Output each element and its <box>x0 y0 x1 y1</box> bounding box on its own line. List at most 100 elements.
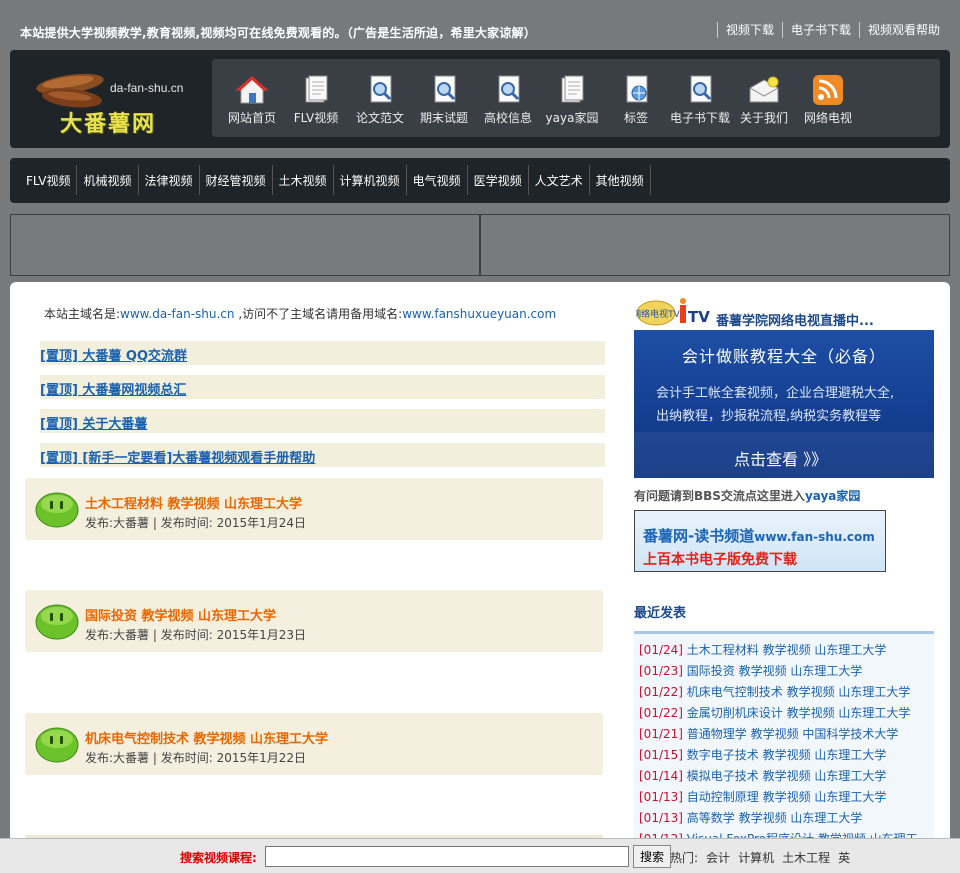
ad-slot-right[interactable] <box>480 214 950 276</box>
smiley-icon <box>35 492 79 528</box>
smiley-icon <box>35 727 79 763</box>
banner-cta: 点击查看 》》 <box>734 450 828 469</box>
site-logo[interactable]: da-fan-shu.cn 大番薯网 <box>30 62 200 138</box>
list-item: [01/22] 金属切削机床设计 教学视频 山东理工大学 <box>634 701 934 722</box>
recent-link[interactable]: 土木工程材料 教学视频 山东理工大学 <box>687 643 887 657</box>
nav-ebooks[interactable]: 电子书下载 <box>668 59 732 137</box>
category-other[interactable]: 其他视频 <box>590 165 651 195</box>
backup-domain-link[interactable]: www.fanshuxueyuan.com <box>402 307 556 321</box>
nav-home[interactable]: 网站首页 <box>220 59 284 137</box>
post-item: 国际投资 教学视频 山东理工大学 发布:大番薯 | 发布时间: 2015年1月2… <box>25 590 603 652</box>
list-item: [01/15] 数字电子技术 教学视频 山东理工大学 <box>634 743 934 764</box>
book-banner-url: www.fan-shu.com <box>754 530 875 544</box>
top-link-help[interactable]: 视频观看帮助 <box>858 22 948 38</box>
nav-flv[interactable]: FLV视频 <box>284 59 348 137</box>
nav-label: 论文范文 <box>355 111 404 125</box>
recent-link[interactable]: 国际投资 教学视频 山东理工大学 <box>687 664 863 678</box>
nav-papers[interactable]: 论文范文 <box>348 59 412 137</box>
search-input[interactable] <box>265 846 629 867</box>
nav-label: 期末试题 <box>419 111 468 125</box>
banner-line: 出纳教程，抄报税流程,纳税实务教程等 <box>656 409 882 424</box>
category-mechanical[interactable]: 机械视频 <box>77 165 139 195</box>
search-button[interactable]: 搜索 <box>633 845 671 868</box>
hot-keyword[interactable]: 土木工程 <box>782 851 830 865</box>
post-title[interactable]: 机床电气控制技术 教学视频 山东理工大学 <box>85 728 328 747</box>
nav-label: FLV视频 <box>293 111 339 125</box>
recent-link[interactable]: 模拟电子技术 教学视频 山东理工大学 <box>687 769 887 783</box>
recent-date: [01/21] <box>639 727 683 741</box>
category-humanities[interactable]: 人文艺术 <box>529 165 590 195</box>
tv-logo-icon: 网络电视TV TV <box>636 298 710 326</box>
banner-title: 会计做账教程大全（必备） <box>681 347 886 366</box>
post-title[interactable]: 国际投资 教学视频 山东理工大学 <box>85 605 276 624</box>
nav-yaya[interactable]: yaya家园 <box>540 59 604 137</box>
recent-date: [01/14] <box>639 769 683 783</box>
nav-label: 高校信息 <box>483 111 532 125</box>
svg-text:TV: TV <box>688 308 710 326</box>
main-content: 本站主域名是:www.da-fan-shu.cn ,访问不了主域名请用备用域名:… <box>10 282 950 873</box>
post-item: 土木工程材料 教学视频 山东理工大学 发布:大番薯 | 发布时间: 2015年1… <box>25 478 603 540</box>
list-item: [01/22] 机床电气控制技术 教学视频 山东理工大学 <box>634 680 934 701</box>
hot-keyword[interactable]: 计算机 <box>738 851 774 865</box>
book-banner-name: 番薯网-读书频道 <box>643 527 755 545</box>
recent-date: [01/22] <box>639 685 683 699</box>
reading-channel-banner[interactable]: 番薯网-读书频道www.fan-shu.com 上百本书电子版免费下载 <box>634 510 886 572</box>
pinned-item[interactable]: [置顶] 大番薯网视频总汇 <box>40 375 605 399</box>
recent-date: [01/23] <box>639 664 683 678</box>
list-item: [01/21] 普通物理学 教学视频 中国科学技术大学 <box>634 722 934 743</box>
list-item: [01/23] 国际投资 教学视频 山东理工大学 <box>634 659 934 680</box>
logo-name: 大番薯网 <box>60 112 157 137</box>
post-item: 机床电气控制技术 教学视频 山东理工大学 发布:大番薯 | 发布时间: 2015… <box>25 713 603 775</box>
nav-colleges[interactable]: 高校信息 <box>476 59 540 137</box>
recent-link[interactable]: 数字电子技术 教学视频 山东理工大学 <box>687 748 887 762</box>
bbs-link[interactable]: yaya家园 <box>805 489 860 503</box>
pinned-item[interactable]: [置顶] 大番薯 QQ交流群 <box>40 341 605 365</box>
hot-keyword[interactable]: 英 <box>838 851 850 865</box>
document-icon <box>561 75 584 103</box>
pinned-item[interactable]: [置顶] [新手一定要看]大番薯视频观看手册帮助 <box>40 443 605 467</box>
recent-date: [01/24] <box>639 643 683 657</box>
nav-about[interactable]: 关于我们 <box>732 59 796 137</box>
post-meta: 发布:大番薯 | 发布时间: 2015年1月23日 <box>85 628 307 642</box>
nav-exams[interactable]: 期末试题 <box>412 59 476 137</box>
list-item: [01/14] 模拟电子技术 教学视频 山东理工大学 <box>634 764 934 785</box>
recent-link[interactable]: 普通物理学 教学视频 中国科学技术大学 <box>687 727 899 741</box>
hot-keyword[interactable]: 会计 <box>706 851 730 865</box>
recent-link[interactable]: 高等数学 教学视频 山东理工大学 <box>687 811 863 825</box>
main-domain-link[interactable]: www.da-fan-shu.cn <box>120 307 234 321</box>
bbs-note: 有问题请到BBS交流点这里进入yaya家园 <box>634 487 860 504</box>
domain-note: 本站主域名是:www.da-fan-shu.cn ,访问不了主域名请用备用域名:… <box>44 305 556 322</box>
recent-link[interactable]: 自动控制原理 教学视频 山东理工大学 <box>687 790 887 804</box>
recent-link[interactable]: 机床电气控制技术 教学视频 山东理工大学 <box>687 685 911 699</box>
document-search-icon <box>434 75 456 103</box>
tv-live-text: 番薯学院网络电视直播中... <box>716 314 874 329</box>
category-law[interactable]: 法律视频 <box>139 165 200 195</box>
nav-label: 标签 <box>623 111 648 125</box>
top-link-ebook-download[interactable]: 电子书下载 <box>781 22 859 38</box>
nav-tv[interactable]: 网络电视 <box>796 59 860 137</box>
globe-document-icon <box>626 75 648 103</box>
hot-label: 热门: <box>670 851 699 865</box>
book-banner-subtitle: 上百本书电子版免费下载 <box>643 552 797 568</box>
post-title[interactable]: 土木工程材料 教学视频 山东理工大学 <box>85 493 302 512</box>
tv-live-link[interactable]: 网络电视TV TV 番薯学院网络电视直播中... <box>634 296 936 330</box>
category-medical[interactable]: 医学视频 <box>468 165 529 195</box>
mail-icon <box>749 76 779 103</box>
pinned-item[interactable]: [置顶] 关于大番薯 <box>40 409 605 433</box>
recent-link[interactable]: 金属切削机床设计 教学视频 山东理工大学 <box>687 706 911 720</box>
category-bar: FLV视频 机械视频 法律视频 财经管视频 土木视频 计算机视频 电气视频 医学… <box>10 158 950 203</box>
top-links: 视频下载 电子书下载 视频观看帮助 <box>716 22 948 38</box>
category-computer[interactable]: 计算机视频 <box>334 165 407 195</box>
ad-slot-left[interactable] <box>10 214 480 276</box>
site-notice: 本站提供大学视频教学,教育视频,视频均可在线免费观看的。（广告是生活所迫，希里大… <box>20 26 536 40</box>
category-civil[interactable]: 土木视频 <box>273 165 334 195</box>
accounting-banner[interactable]: 会计做账教程大全（必备） 会计手工帐全套视频，企业合理避税大全, 出纳教程，抄报… <box>634 330 934 478</box>
post-meta: 发布:大番薯 | 发布时间: 2015年1月24日 <box>85 516 307 530</box>
top-link-video-download[interactable]: 视频下载 <box>716 22 782 38</box>
nav-tags[interactable]: 标签 <box>604 59 668 137</box>
category-finance[interactable]: 财经管视频 <box>200 165 273 195</box>
list-item: [01/13] 自动控制原理 教学视频 山东理工大学 <box>634 785 934 806</box>
category-electrical[interactable]: 电气视频 <box>407 165 468 195</box>
category-flv[interactable]: FLV视频 <box>20 165 78 195</box>
tv-logo-text: 网络电视TV <box>636 308 681 320</box>
